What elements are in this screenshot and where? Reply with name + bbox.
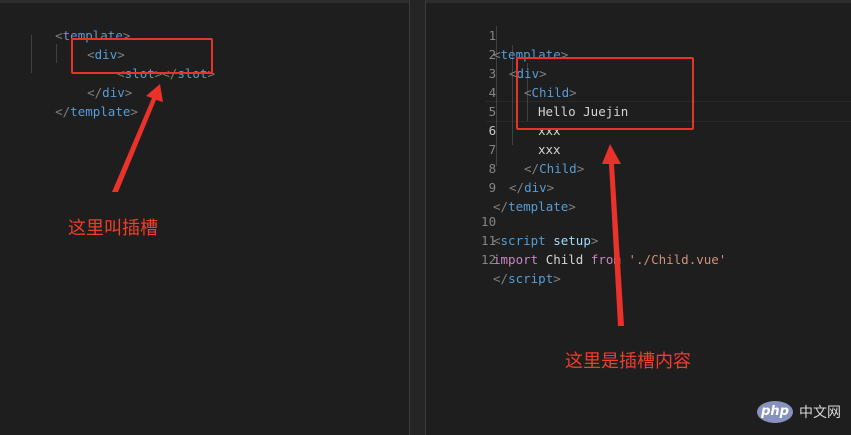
annotation-arrows: [112, 84, 624, 326]
php-logo: php: [757, 401, 793, 423]
watermark-text: 中文网: [799, 405, 841, 421]
arrow-to-slot: [112, 84, 163, 192]
site-watermark: php 中文网: [757, 401, 841, 423]
arrow-to-slot-content: [602, 144, 624, 326]
